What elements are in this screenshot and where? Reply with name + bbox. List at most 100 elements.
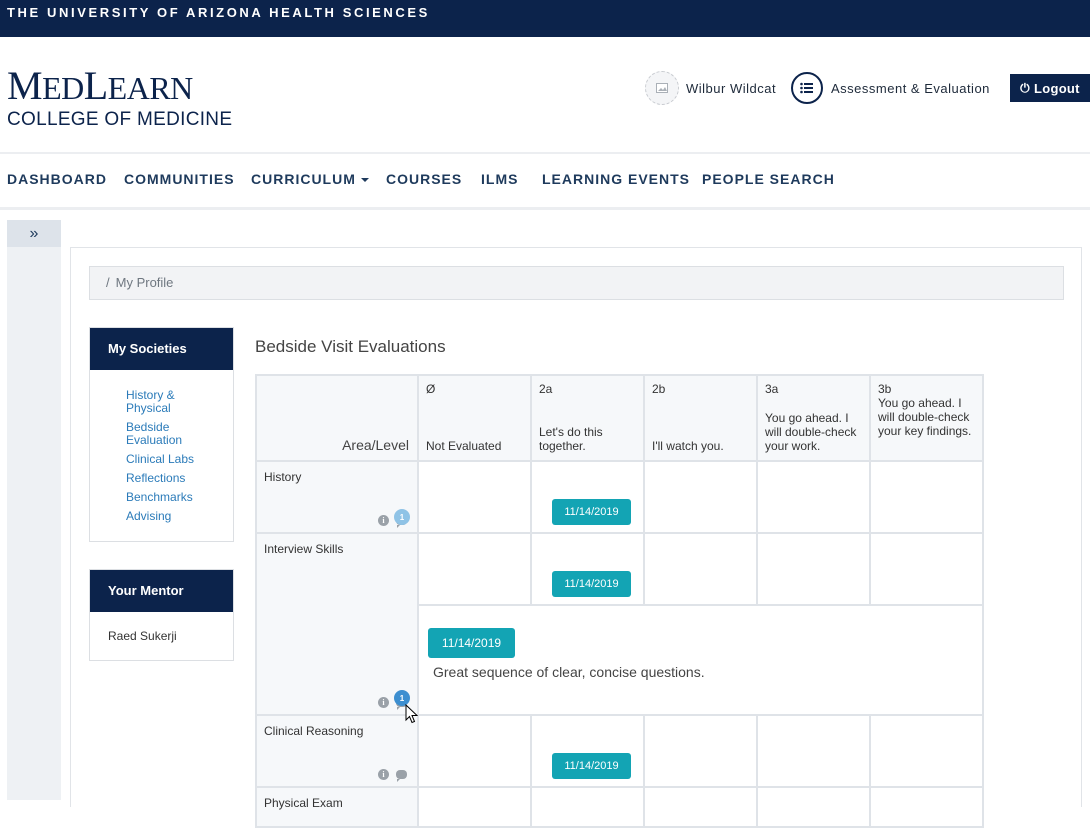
row-icons: i 1 <box>378 690 410 710</box>
level-header: Ø Not Evaluated <box>417 374 532 462</box>
nav-courses[interactable]: COURSES <box>386 171 462 187</box>
logo-title: MEDLEARN <box>7 63 193 108</box>
level-desc: You go ahead. I will double-check your w… <box>765 411 857 453</box>
level-cell[interactable] <box>869 532 984 606</box>
nav-communities[interactable]: COMMUNITIES <box>124 171 235 187</box>
list-icon <box>791 72 823 104</box>
level-cell[interactable]: 11/14/2019 <box>530 532 645 606</box>
area-name: Physical Exam <box>264 796 343 810</box>
assessment-label: Assessment & Evaluation <box>831 80 990 96</box>
mouse-cursor-icon <box>405 704 419 724</box>
double-chevron-right-icon: » <box>29 224 39 242</box>
link-clinical-labs[interactable]: Clinical Labs <box>126 453 233 466</box>
level-header: 3a You go ahead. I will double-check you… <box>756 374 871 462</box>
sidebar-toggle-button[interactable]: » <box>7 220 61 247</box>
main-nav: DASHBOARD COMMUNITIES CURRICULUM COURSES… <box>0 154 1090 208</box>
link-reflections[interactable]: Reflections <box>126 472 233 485</box>
top-bar: THE UNIVERSITY OF ARIZONA HEALTH SCIENCE… <box>0 0 1090 37</box>
level-cell[interactable] <box>869 460 984 534</box>
nav-people-search[interactable]: PEOPLE SEARCH <box>702 171 835 187</box>
area-cell: Clinical Reasoning i <box>255 714 419 788</box>
level-header: 2a Let's do this together. <box>530 374 645 462</box>
area-cell: History i 1 <box>255 460 419 534</box>
level-desc: I'll watch you. <box>652 439 724 453</box>
info-icon[interactable]: i <box>378 515 389 526</box>
logo-subtitle: COLLEGE OF MEDICINE <box>7 109 233 130</box>
level-cell[interactable]: 11/14/2019 <box>530 460 645 534</box>
level-cell[interactable] <box>417 714 532 788</box>
info-icon[interactable]: i <box>378 769 389 780</box>
assessment-evaluation-link[interactable]: Assessment & Evaluation <box>791 72 990 104</box>
evaluation-date-chip[interactable]: 11/14/2019 <box>552 753 631 779</box>
breadcrumb-separator: / <box>106 275 110 290</box>
row-icons: i <box>378 769 407 782</box>
area-level-header: Area/Level <box>255 374 419 462</box>
comment-cell: 11/14/2019 Great sequence of clear, conc… <box>417 604 984 716</box>
comment-count-badge: 1 <box>394 509 410 525</box>
level-cell[interactable] <box>756 714 871 788</box>
level-cell[interactable] <box>756 786 871 828</box>
evaluation-date-chip[interactable]: 11/14/2019 <box>552 499 631 525</box>
sidebar-strip <box>7 247 61 800</box>
level-code: 3b <box>878 382 892 396</box>
level-header: 3b You go ahead. I will double-check you… <box>869 374 984 462</box>
nav-divider-bottom <box>0 207 1090 210</box>
level-code: 2b <box>652 382 666 396</box>
level-cell[interactable] <box>417 786 532 828</box>
breadcrumb: / My Profile <box>89 266 1064 300</box>
link-benchmarks[interactable]: Benchmarks <box>126 491 233 504</box>
level-code: 2a <box>539 382 553 396</box>
user-menu[interactable]: Wilbur Wildcat <box>645 71 776 105</box>
link-bedside-evaluation[interactable]: Bedside Evaluation <box>126 421 186 447</box>
link-history-physical[interactable]: History & Physical <box>126 389 186 415</box>
level-desc: Let's do this together. <box>539 425 603 453</box>
nav-curriculum[interactable]: CURRICULUM <box>251 171 369 187</box>
mentor-name: Raed Sukerji <box>108 629 177 643</box>
level-cell[interactable] <box>756 532 871 606</box>
area-name: History <box>264 470 302 484</box>
medlearn-logo[interactable]: MEDLEARN COLLEGE OF MEDICINE <box>7 64 232 130</box>
area-name: Interview Skills <box>264 542 344 556</box>
university-name[interactable]: THE UNIVERSITY OF ARIZONA HEALTH SCIENCE… <box>7 5 430 20</box>
level-desc: Not Evaluated <box>426 439 502 453</box>
nav-dashboard[interactable]: DASHBOARD <box>7 171 107 187</box>
link-advising[interactable]: Advising <box>126 510 233 523</box>
table-row: Clinical Reasoning i 11/14/2019 <box>255 714 984 788</box>
comment-icon[interactable] <box>396 770 407 782</box>
level-code: 3a <box>765 382 779 396</box>
table-header-row: Area/Level Ø Not Evaluated 2a Let's do t… <box>255 374 984 462</box>
societies-card: My Societies History & Physical Bedside … <box>89 327 234 542</box>
societies-links: History & Physical Bedside Evaluation Cl… <box>90 370 233 523</box>
mentor-title: Your Mentor <box>90 570 233 612</box>
level-cell[interactable]: 11/14/2019 <box>530 714 645 788</box>
area-cell: Physical Exam <box>255 786 419 828</box>
level-cell[interactable] <box>643 786 758 828</box>
level-cell[interactable] <box>869 786 984 828</box>
comment-text: Great sequence of clear, concise questio… <box>433 664 705 680</box>
level-cell[interactable] <box>417 460 532 534</box>
level-header: 2b I'll watch you. <box>643 374 758 462</box>
avatar[interactable] <box>645 71 679 105</box>
level-cell[interactable] <box>643 532 758 606</box>
level-cell[interactable] <box>530 786 645 828</box>
logout-button[interactable]: ⏻ Logout <box>1010 74 1090 102</box>
evaluation-date-chip[interactable]: 11/14/2019 <box>552 571 631 597</box>
level-code: Ø <box>426 382 436 396</box>
evaluations-table: Area/Level Ø Not Evaluated 2a Let's do t… <box>255 374 984 828</box>
comment-icon[interactable]: 1 <box>394 509 410 528</box>
table-row: History i 1 11/14/2019 <box>255 460 984 534</box>
level-cell[interactable] <box>756 460 871 534</box>
level-cell[interactable] <box>417 532 532 606</box>
nav-learning-events[interactable]: LEARNING EVENTS <box>542 171 690 187</box>
logout-label: Logout <box>1033 80 1080 96</box>
info-icon[interactable]: i <box>378 697 389 708</box>
breadcrumb-current: My Profile <box>115 275 174 290</box>
caret-down-icon <box>360 178 369 183</box>
comment-date-chip[interactable]: 11/14/2019 <box>428 628 515 658</box>
nav-ilms[interactable]: ILMS <box>481 171 518 187</box>
level-cell[interactable] <box>869 714 984 788</box>
user-name[interactable]: Wilbur Wildcat <box>686 81 776 96</box>
level-cell[interactable] <box>643 714 758 788</box>
power-icon: ⏻ <box>1020 80 1030 95</box>
level-cell[interactable] <box>643 460 758 534</box>
